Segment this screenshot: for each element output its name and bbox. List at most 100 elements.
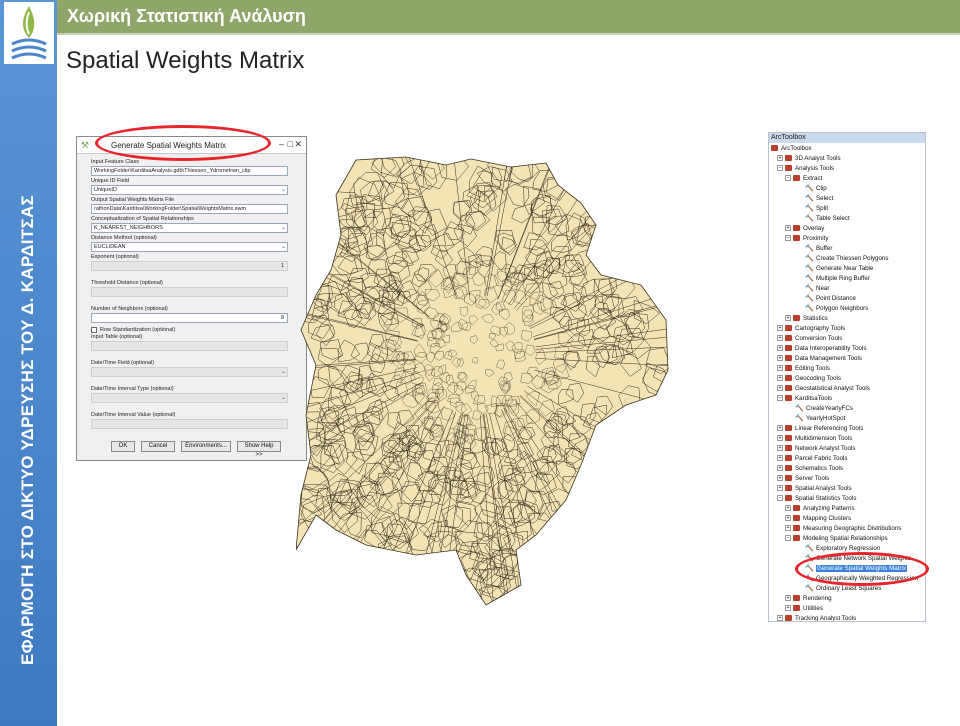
row-standardization-checkbox[interactable] [91, 326, 97, 333]
distance-method-select[interactable]: EUCLIDEAN ⌄ [91, 242, 288, 252]
toolbox-item[interactable]: 🔨 Select [769, 194, 925, 204]
datetime-field-select[interactable]: ⌄ [91, 367, 288, 377]
toolbox-item[interactable]: + Linear Referencing Tools [769, 424, 925, 434]
toolbox-item[interactable]: + Schematics Tools [769, 464, 925, 474]
expand-icon[interactable]: + [777, 475, 783, 482]
toolbox-item[interactable]: − Spatial Statistics Tools [769, 494, 925, 504]
expand-icon[interactable]: + [777, 455, 783, 462]
toolbox-item[interactable]: + Geostatistical Analyst Tools [769, 384, 925, 394]
minimize-icon[interactable]: – [279, 139, 284, 149]
expand-icon[interactable]: + [777, 435, 783, 442]
threshold-field[interactable] [91, 287, 288, 297]
expand-icon[interactable]: + [777, 385, 783, 392]
maximize-icon[interactable]: □ [288, 139, 293, 149]
toolbox-item[interactable]: 🔨 Table Select [769, 214, 925, 224]
datetime-interval-value-field[interactable] [91, 419, 288, 429]
toolbox-item[interactable]: + Data Interoperability Tools [769, 344, 925, 354]
toolbox-item[interactable]: + Multidimension Tools [769, 434, 925, 444]
collapse-icon[interactable]: − [785, 535, 791, 542]
toolbox-item[interactable]: 🔨 Generate Near Table [769, 264, 925, 274]
toolbox-item[interactable]: − Proximity [769, 234, 925, 244]
expand-icon[interactable]: + [777, 425, 783, 432]
expand-icon[interactable]: + [777, 155, 783, 162]
close-icon[interactable]: ✕ [294, 139, 302, 150]
neighbors-field[interactable]: 8 [91, 313, 288, 323]
unique-id-select[interactable]: UniqueID ⌄ [91, 185, 288, 195]
expand-icon[interactable]: + [785, 595, 791, 602]
toolbox-item-label: YearlyHotSpot [806, 415, 846, 422]
collapse-icon[interactable]: − [785, 175, 791, 182]
collapse-icon[interactable]: − [777, 165, 783, 172]
toolbox-item[interactable]: + Editing Tools [769, 364, 925, 374]
collapse-icon[interactable]: − [777, 395, 783, 402]
toolbox-item[interactable]: + Parcel Fabric Tools [769, 454, 925, 464]
show-help-button[interactable]: Show Help >> [237, 441, 281, 458]
toolbox-item[interactable]: + Utilities [769, 604, 925, 614]
toolbox-item[interactable]: 🔨 Clip [769, 184, 925, 194]
expand-icon[interactable]: + [785, 525, 791, 532]
toolbox-item[interactable]: − Modeling Spatial Relationships [769, 534, 925, 544]
expand-icon[interactable]: + [785, 315, 791, 322]
toolbox-item[interactable]: + Mapping Clusters [769, 514, 925, 524]
input-table-field[interactable] [91, 341, 288, 351]
expand-icon[interactable]: + [777, 445, 783, 452]
expand-icon[interactable]: + [777, 375, 783, 382]
toolbox-item[interactable]: 🔨 CreateYearlyFCs [769, 404, 925, 414]
toolbox-item[interactable]: ArcToolbox [769, 144, 925, 154]
toolbox-item[interactable]: − KarditsaTools [769, 394, 925, 404]
toolbox-item[interactable]: + Spatial Analyst Tools [769, 484, 925, 494]
toolbox-item[interactable]: + Measuring Geographic Distributions [769, 524, 925, 534]
datetime-interval-type-select[interactable]: ⌄ [91, 393, 288, 403]
toolbox-item[interactable]: 🔨 Buffer [769, 244, 925, 254]
output-file-field[interactable]: rathonData\Karditsa\WorkingFolder\Spatia… [91, 204, 288, 214]
toolbox-item-label: Rendering [803, 595, 832, 602]
expand-icon[interactable]: + [777, 335, 783, 342]
toolbox-item[interactable]: + Analyzing Patterns [769, 504, 925, 514]
toolbox-item[interactable]: + Conversion Tools [769, 334, 925, 344]
toolbox-item[interactable]: + Data Management Tools [769, 354, 925, 364]
toolbox-item-label: Analysis Tools [795, 165, 835, 172]
expand-icon[interactable]: + [777, 345, 783, 352]
toolbox-item-label: Linear Referencing Tools [795, 425, 864, 432]
expand-icon[interactable]: + [785, 515, 791, 522]
expand-icon[interactable]: + [777, 355, 783, 362]
hammer-tool-icon: 🔨 [805, 194, 814, 202]
toolbox-item[interactable]: − Extract [769, 174, 925, 184]
row-standardization-row[interactable]: Row Standardization (optional) [91, 325, 288, 334]
toolbox-item[interactable]: + Geocoding Tools [769, 374, 925, 384]
exponent-field[interactable]: 1 [91, 261, 288, 271]
conceptualization-select[interactable]: K_NEAREST_NEIGHBORS ⌄ [91, 223, 288, 233]
toolbox-item[interactable]: 🔨 Split [769, 204, 925, 214]
collapse-icon[interactable]: − [777, 495, 783, 502]
ok-button[interactable]: OK [111, 441, 135, 452]
toolbox-item[interactable]: 🔨 Create Thiessen Polygons [769, 254, 925, 264]
input-feature-field[interactable]: WorkingFolder\KarditsaAnalysis.gdb\Thies… [91, 166, 288, 176]
toolbox-item[interactable]: + Overlay [769, 224, 925, 234]
expand-icon[interactable]: + [777, 485, 783, 492]
toolbox-item[interactable]: +3D Analyst Tools [769, 154, 925, 164]
toolbox-item[interactable]: + Tracking Analyst Tools [769, 614, 925, 621]
expand-icon[interactable]: + [785, 225, 791, 232]
toolbox-item[interactable]: 🔨 Near [769, 284, 925, 294]
environments-button[interactable]: Environments... [181, 441, 231, 452]
toolbox-item[interactable]: 🔨 Point Distance [769, 294, 925, 304]
input-feature-value: WorkingFolder\KarditsaAnalysis.gdb\Thies… [94, 168, 251, 174]
toolbox-item[interactable]: 🔨 Polygon Neighbors [769, 304, 925, 314]
expand-icon[interactable]: + [785, 505, 791, 512]
toolbox-item[interactable]: + Statistics [769, 314, 925, 324]
toolbox-item[interactable]: − Analysis Tools [769, 164, 925, 174]
toolbox-item[interactable]: 🔨 YearlyHotSpot [769, 414, 925, 424]
expand-icon[interactable]: + [785, 605, 791, 612]
toolbox-item[interactable]: + Cartography Tools [769, 324, 925, 334]
cancel-button[interactable]: Cancel [141, 441, 175, 452]
toolbox-item[interactable]: 🔨 Multiple Ring Buffer [769, 274, 925, 284]
toolbox-item[interactable]: + Network Analyst Tools [769, 444, 925, 454]
expand-icon[interactable]: + [777, 465, 783, 472]
toolbox-item[interactable]: + Server Tools [769, 474, 925, 484]
expand-icon[interactable]: + [777, 365, 783, 372]
collapse-icon[interactable]: − [785, 235, 791, 242]
toolbox-item-label: Multiple Ring Buffer [816, 275, 870, 282]
expand-icon[interactable]: + [777, 325, 783, 332]
toolbox-item[interactable]: + Rendering [769, 594, 925, 604]
expand-icon[interactable]: + [777, 615, 783, 621]
